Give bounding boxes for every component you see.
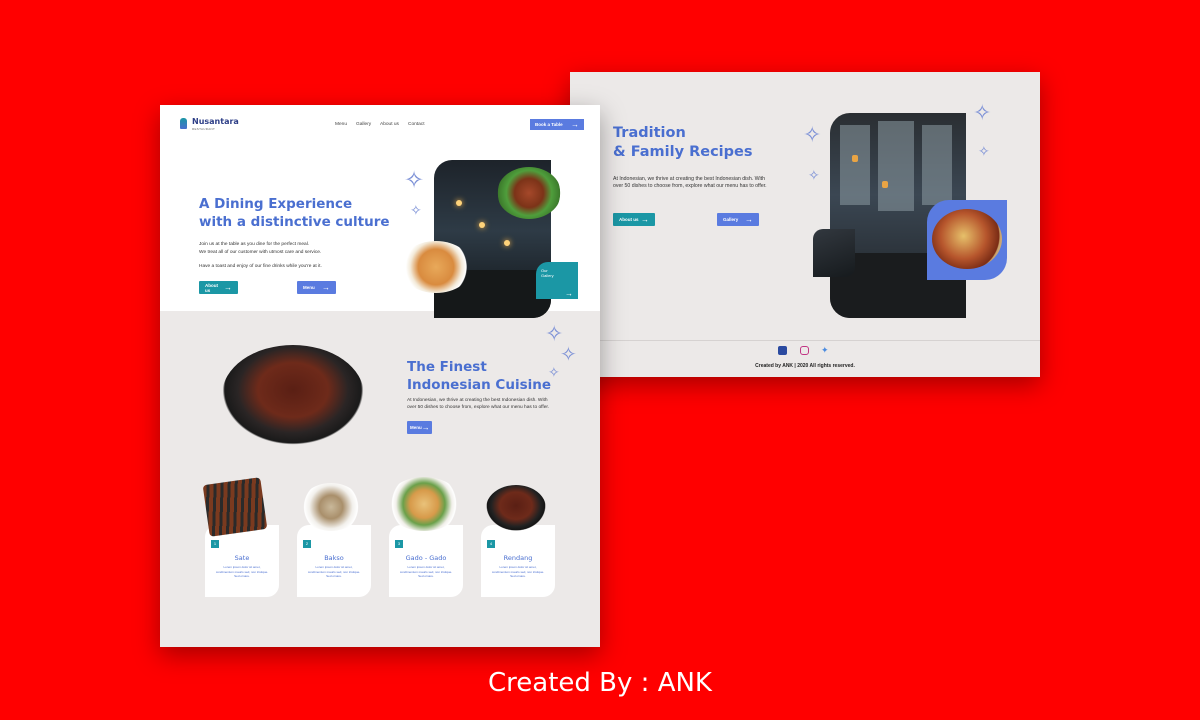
dish-name: Bakso	[324, 554, 344, 562]
dish-name: Sate	[234, 554, 250, 562]
brand-name[interactable]: Nusantara	[192, 117, 239, 126]
page-preview-tradition: Tradition & Family Recipes At Indonesian…	[570, 72, 1040, 377]
arrow-right-icon: →	[322, 282, 330, 292]
sparkle-icon: ✧	[973, 100, 992, 125]
dish-number: 3	[395, 540, 403, 548]
hero-paragraph: Join us at the table as you dine for the…	[199, 241, 321, 256]
sparkle-icon: ✧	[560, 344, 577, 366]
gado-gado-image	[386, 477, 462, 531]
sate-plate-image	[497, 167, 561, 219]
arrow-right-icon: →	[571, 120, 579, 129]
arrow-right-icon: →	[224, 282, 232, 292]
tradition-title-line2: & Family Recipes	[613, 144, 753, 160]
cuisine-title-line2: Indonesian Cuisine	[407, 377, 551, 393]
arrow-right-icon: →	[421, 422, 430, 432]
dish-name: Rendang	[503, 554, 533, 562]
about-us-label: About us	[619, 217, 639, 222]
facebook-icon[interactable]	[778, 346, 787, 355]
sparkle-icon: ✧	[803, 122, 822, 147]
cuisine-title: The Finest Indonesian Cuisine	[407, 358, 551, 394]
bakso-image	[300, 483, 362, 531]
gallery-button[interactable]: Gallery →	[717, 213, 759, 226]
menu-button[interactable]: Menu →	[297, 281, 336, 294]
book-table-label: Book a Table	[535, 122, 563, 127]
menu-label: Menu	[303, 285, 315, 290]
hero-title-line1: A Dining Experience	[199, 196, 353, 212]
twitter-icon[interactable]: ✦	[821, 346, 830, 355]
food-plate-image	[932, 209, 1002, 269]
nav-about[interactable]: About us	[380, 122, 399, 127]
dish-number: 2	[303, 540, 311, 548]
hero-title: A Dining Experience with a distinctive c…	[199, 195, 390, 231]
sate-image	[202, 477, 268, 537]
interior-thumbnail-photo	[813, 229, 855, 277]
about-us-button[interactable]: About us →	[199, 281, 238, 294]
dish-name: Gado - Gado	[405, 554, 447, 562]
hero-paragraph-line1: Join us at the table as you dine for the…	[199, 242, 310, 247]
cuisine-menu-label: Menu	[410, 425, 422, 430]
hero-title-line2: with a distinctive culture	[199, 214, 390, 230]
arrow-right-icon: →	[641, 214, 649, 224]
copyright-text: Created by ANK | 2020 All rights reserve…	[755, 363, 855, 369]
sparkle-icon: ✧	[808, 167, 820, 183]
brand-subtitle: RESTAURANT	[192, 127, 216, 131]
about-us-label: About us	[205, 282, 218, 293]
instagram-icon[interactable]	[800, 346, 809, 355]
sparkle-icon: ✧	[978, 143, 990, 159]
arrow-right-icon: →	[745, 214, 753, 224]
page-preview-home: Nusantara RESTAURANT Menu Gallery About …	[160, 105, 600, 647]
cuisine-description: At Indonesian, we thrive at creating the…	[407, 398, 550, 410]
cuisine-menu-button[interactable]: Menu →	[407, 421, 432, 434]
tradition-title: Tradition & Family Recipes	[613, 124, 753, 162]
hero-paragraph-line2: We treat all of our customer with utmost…	[199, 249, 322, 255]
about-us-button[interactable]: About us →	[613, 213, 655, 226]
rendang-bowl-image	[222, 345, 364, 445]
dish-number: 1	[211, 540, 219, 548]
nav-contact[interactable]: Contact	[408, 122, 425, 127]
rendang-image	[486, 485, 546, 531]
dish-description: Lorem ipsum dolor sit amet, condimentum …	[399, 565, 453, 578]
logo-icon[interactable]	[180, 118, 187, 129]
gallery-card[interactable]: Our Gallery →	[536, 262, 578, 299]
tradition-title-line1: Tradition	[613, 125, 686, 141]
fried-rice-plate-image	[400, 241, 472, 293]
dish-number: 4	[487, 540, 495, 548]
book-table-button[interactable]: Book a Table →	[530, 119, 584, 130]
dish-description: Lorem ipsum dolor sit amet, condimentum …	[215, 565, 269, 578]
sparkle-icon: ✧	[545, 321, 564, 346]
credit-text: Created By : ANK	[488, 668, 712, 698]
dish-description: Lorem ipsum dolor sit amet, condimentum …	[491, 565, 545, 578]
gallery-label: Gallery	[723, 217, 739, 222]
tradition-description: At Indonesian, we thrive at creating the…	[613, 176, 767, 189]
sparkle-icon: ✧	[410, 202, 422, 218]
arrow-right-icon: →	[565, 289, 573, 298]
sparkle-icon: ✧	[404, 167, 425, 194]
hero-paragraph-drinks: Have a toast and enjoy of our fine drink…	[199, 264, 322, 269]
nav-gallery[interactable]: Gallery	[356, 122, 371, 127]
gallery-card-line2: Gallery	[541, 273, 554, 278]
cuisine-title-line1: The Finest	[407, 359, 487, 375]
dish-description: Lorem ipsum dolor sit amet, condimentum …	[307, 565, 361, 578]
nav-menu[interactable]: Menu	[335, 122, 347, 127]
